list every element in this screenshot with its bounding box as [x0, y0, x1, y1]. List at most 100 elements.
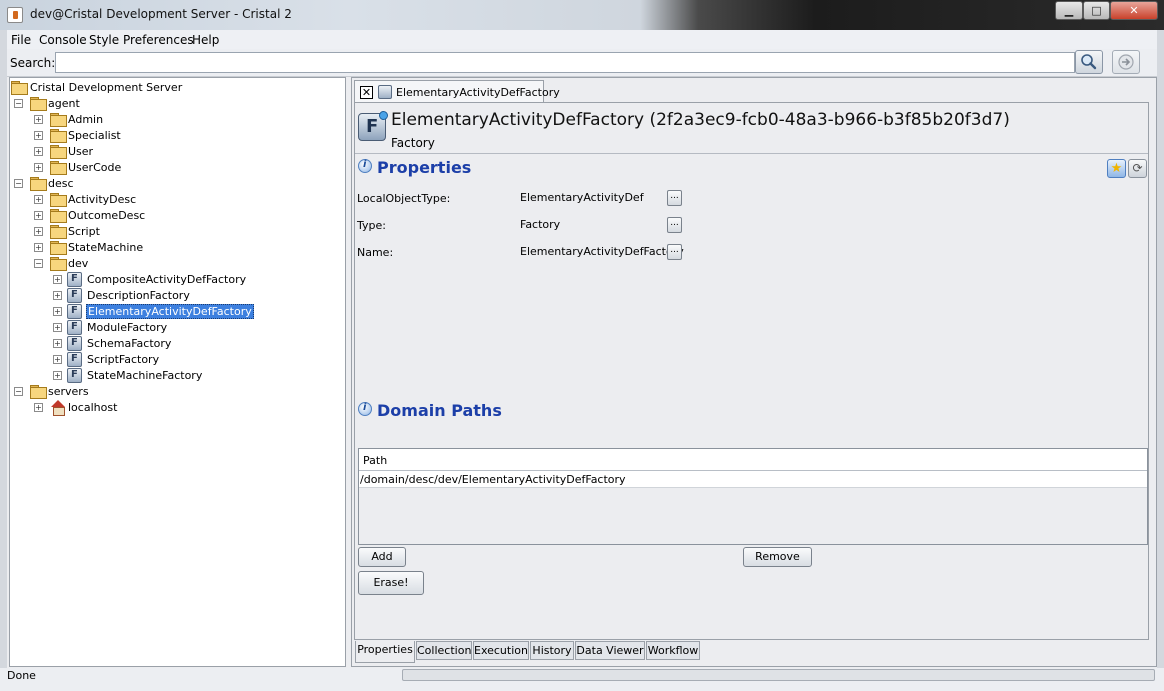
- tab-close-icon[interactable]: ✕: [360, 86, 373, 99]
- item-tab[interactable]: ✕ ElementaryActivityDefFactory: [354, 80, 560, 102]
- folder-icon: [30, 385, 47, 399]
- expand-icon[interactable]: +: [34, 243, 43, 252]
- search-bar: Search:: [7, 49, 1157, 77]
- status-bar: Done: [0, 668, 1164, 691]
- go-button[interactable]: [1112, 50, 1140, 74]
- prop-name-type: Type:: [357, 219, 386, 232]
- expand-icon[interactable]: +: [34, 147, 43, 156]
- tree-node-label: StateMachine: [68, 241, 144, 254]
- factory-icon: [67, 320, 82, 335]
- info-icon: [358, 402, 372, 416]
- search-input[interactable]: [55, 52, 1075, 73]
- tab-history[interactable]: History: [530, 641, 574, 660]
- menu-bar: File Console Style Preferences Help: [7, 30, 1157, 49]
- prop-value-name: ElementaryActivityDefFactory: [520, 245, 684, 258]
- menu-help[interactable]: Help: [192, 33, 219, 47]
- minimize-button[interactable]: ▁: [1055, 1, 1083, 20]
- expand-icon[interactable]: +: [34, 163, 43, 172]
- search-label: Search:: [10, 56, 56, 70]
- expand-icon[interactable]: +: [53, 355, 62, 364]
- factory-icon: [378, 85, 392, 99]
- menu-style[interactable]: Style: [89, 33, 119, 47]
- expand-icon[interactable]: +: [53, 339, 62, 348]
- edit-localobjecttype-button[interactable]: ...: [667, 190, 682, 206]
- menu-file[interactable]: File: [11, 33, 31, 47]
- collapse-icon[interactable]: −: [14, 99, 23, 108]
- expand-icon[interactable]: +: [53, 371, 62, 380]
- bottom-tab-bar: Properties Collection Execution History …: [354, 641, 1154, 663]
- expand-icon[interactable]: +: [34, 227, 43, 236]
- tree-node-label: ScriptFactory: [87, 353, 160, 366]
- tab-workflow[interactable]: Workflow: [646, 641, 700, 660]
- table-header: Path: [359, 449, 1147, 471]
- domain-tree[interactable]: Cristal Development Server − agent + Adm…: [9, 77, 346, 667]
- info-icon: [358, 159, 372, 173]
- progress-bar: [402, 669, 1155, 681]
- folder-icon: [50, 161, 67, 175]
- item-detail-panel: ✕ ElementaryActivityDefFactory Elementar…: [351, 77, 1157, 667]
- tab-collection[interactable]: Collection: [416, 641, 472, 660]
- expand-icon[interactable]: +: [34, 211, 43, 220]
- factory-icon: [67, 288, 82, 303]
- tree-node-label: UserCode: [68, 161, 122, 174]
- reload-button[interactable]: ⟳: [1128, 159, 1147, 178]
- folder-icon: [30, 177, 47, 191]
- item-content: ElementaryActivityDefFactory (2f2a3ec9-f…: [354, 102, 1149, 640]
- window-border-left: [0, 30, 7, 691]
- table-row[interactable]: /domain/desc/dev/ElementaryActivityDefFa…: [359, 471, 1147, 488]
- factory-icon: [67, 368, 82, 383]
- erase-button[interactable]: Erase!: [358, 571, 424, 595]
- expand-icon[interactable]: +: [34, 131, 43, 140]
- prop-name-name: Name:: [357, 246, 394, 259]
- expand-icon[interactable]: +: [53, 275, 62, 284]
- tab-data-viewer[interactable]: Data Viewer: [575, 641, 645, 660]
- remove-button[interactable]: Remove: [743, 547, 812, 567]
- domain-paths-table[interactable]: Path /domain/desc/dev/ElementaryActivity…: [358, 448, 1148, 545]
- window-title: dev@Cristal Development Server - Cristal…: [30, 7, 292, 21]
- tree-node-label: OutcomeDesc: [68, 209, 146, 222]
- divider: [355, 153, 1148, 154]
- prop-value-localobjecttype: ElementaryActivityDef: [520, 191, 644, 204]
- expand-icon[interactable]: +: [34, 115, 43, 124]
- item-subtitle: Factory: [391, 136, 435, 150]
- tree-node-label: Admin: [68, 113, 104, 126]
- factory-icon: [67, 272, 82, 287]
- maximize-button[interactable]: □: [1083, 1, 1110, 20]
- tree-node-label: desc: [48, 177, 74, 190]
- close-button[interactable]: ✕: [1110, 1, 1158, 20]
- expand-icon[interactable]: +: [53, 291, 62, 300]
- tree-node-label: agent: [48, 97, 80, 110]
- column-path[interactable]: Path: [363, 454, 387, 467]
- house-icon: [50, 400, 65, 416]
- expand-icon[interactable]: +: [34, 403, 43, 412]
- add-button[interactable]: Add: [358, 547, 406, 567]
- magnifier-icon: [1081, 54, 1097, 70]
- edit-name-button[interactable]: ...: [667, 244, 682, 260]
- item-title: ElementaryActivityDefFactory (2f2a3ec9-f…: [391, 110, 1010, 130]
- tree-node-label: SchemaFactory: [87, 337, 172, 350]
- collapse-icon[interactable]: −: [14, 179, 23, 188]
- collapse-icon[interactable]: −: [34, 259, 43, 268]
- tree-node-label: servers: [48, 385, 89, 398]
- tab-label: ElementaryActivityDefFactory: [396, 86, 560, 99]
- tab-execution[interactable]: Execution: [473, 641, 529, 660]
- tree-node-label: Script: [68, 225, 100, 238]
- folder-icon: [50, 209, 67, 223]
- tab-properties[interactable]: Properties: [355, 641, 415, 663]
- expand-icon[interactable]: +: [53, 323, 62, 332]
- search-button[interactable]: [1075, 50, 1103, 74]
- domain-paths-heading: Domain Paths: [377, 401, 502, 420]
- tree-node-label: StateMachineFactory: [87, 369, 203, 382]
- status-text: Done: [7, 669, 36, 682]
- menu-preferences[interactable]: Preferences: [123, 33, 194, 47]
- tree-node-label: User: [68, 145, 94, 158]
- java-app-icon: [7, 7, 23, 23]
- folder-icon: [50, 145, 67, 159]
- menu-console[interactable]: Console: [39, 33, 87, 47]
- path-cell: /domain/desc/dev/ElementaryActivityDefFa…: [360, 473, 626, 486]
- expand-icon[interactable]: +: [53, 307, 62, 316]
- star-button[interactable]: ★: [1107, 159, 1126, 178]
- collapse-icon[interactable]: −: [14, 387, 23, 396]
- edit-type-button[interactable]: ...: [667, 217, 682, 233]
- expand-icon[interactable]: +: [34, 195, 43, 204]
